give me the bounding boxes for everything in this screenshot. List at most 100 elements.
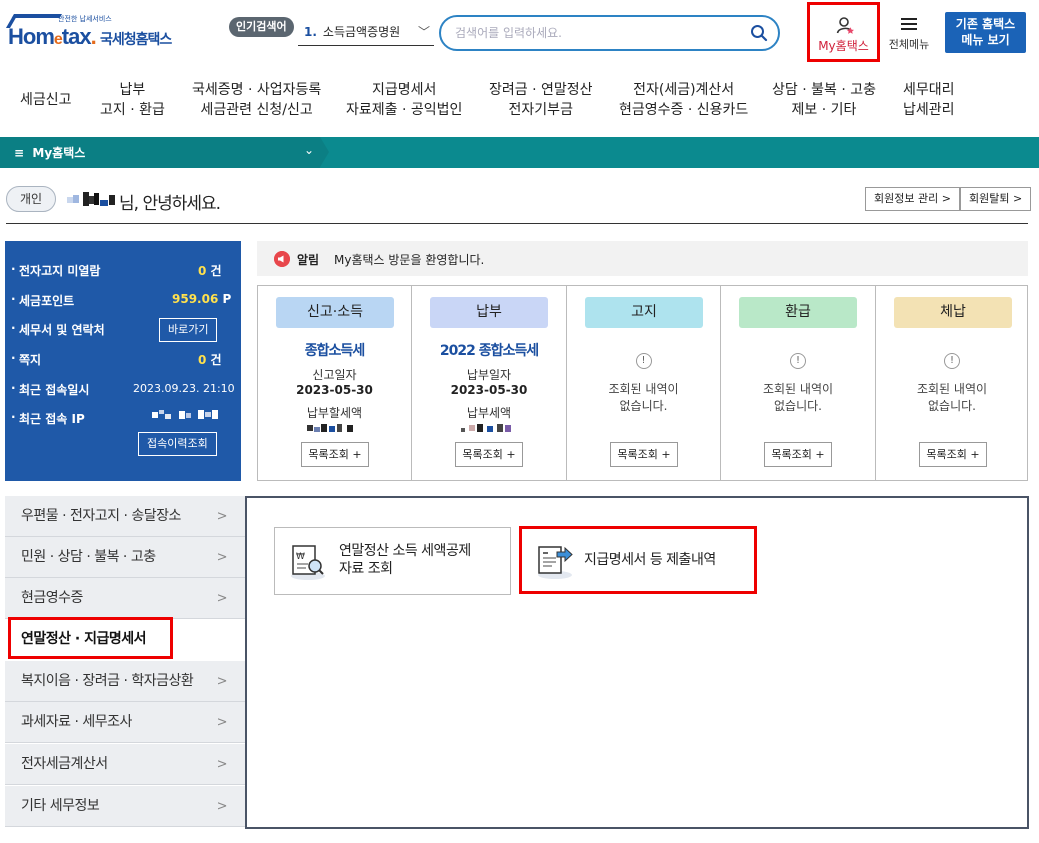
- gnb-line1: 지급명세서: [371, 82, 437, 98]
- global-nav: 세금신고 납부 고지 · 환급 국세증명 · 사업자등록 세금관련 신청/신고 지급…: [0, 70, 1039, 136]
- last-login-value: 2023.09.23. 21:10: [133, 382, 235, 395]
- old-hometax-menu-button[interactable]: 기존 홈택스 메뉴 보기: [945, 12, 1026, 53]
- logo-part-a: Hom: [8, 24, 55, 49]
- popular-search-select[interactable]: 1. 소득금액증명원 ﹀: [298, 20, 434, 46]
- chevron-right-icon: >: [216, 550, 228, 565]
- card-empty-line2: 없습니다.: [774, 399, 822, 413]
- logo-tagline: 안전한 납세서비스: [58, 15, 112, 23]
- status-cards: 신고·소득 종합소득세 신고일자 2023-05-30 납부할세액 목록조회 +…: [257, 285, 1028, 481]
- chevron-down-icon: ⌄: [304, 143, 315, 157]
- card-title[interactable]: 종합소득세: [258, 340, 411, 360]
- summary-panel: 전자고지 미열람 0 건 세금포인트 959.06 P 세무서 및 연락처 바로…: [5, 241, 241, 481]
- card-list-button[interactable]: 목록조회 +: [610, 442, 678, 467]
- gnb-certificate[interactable]: 국세증명 · 사업자등록 세금관련 신청/신고: [192, 80, 321, 120]
- gnb-tax-agent[interactable]: 세무대리 납세관리: [903, 80, 955, 120]
- gnb-consult[interactable]: 상담 · 불복 · 고충 제보 · 기타: [772, 80, 876, 120]
- card-tag: 체납: [894, 297, 1012, 328]
- side-item-label: 전자세금계산서: [21, 756, 108, 772]
- card-title[interactable]: 2022 종합소득세: [412, 340, 566, 360]
- card-tag: 환급: [739, 297, 857, 328]
- greeting-text: 님, 안녕하세요.: [119, 194, 221, 214]
- side-item-mail[interactable]: 우편물 · 전자고지 · 송달장소 >: [5, 496, 245, 537]
- side-menu: 우편물 · 전자고지 · 송달장소 > 민원 · 상담 · 불복 · 고충 > 현금…: [5, 496, 245, 829]
- gnb-incentive[interactable]: 장려금 · 연말정산 전자기부금: [489, 80, 593, 120]
- card-list-button[interactable]: 목록조회 +: [919, 442, 987, 467]
- card-empty-line2: 없습니다.: [619, 399, 668, 413]
- card-sub-label: 납부할세액: [306, 406, 363, 420]
- my-hometax-button[interactable]: My홈택스: [807, 2, 880, 62]
- unread-count-unit: 건: [210, 264, 222, 278]
- unread-label: 전자고지 미열람: [11, 262, 101, 279]
- chevron-right-icon: >: [216, 674, 228, 689]
- hometax-logo[interactable]: 안전한 납세서비스 Hometax. 국세청홈택스: [5, 14, 183, 54]
- logo-part-b: tax: [61, 24, 92, 49]
- chevron-down-icon: ﹀: [417, 25, 430, 39]
- logo-wordmark: Hometax.: [8, 24, 97, 50]
- side-item-taxation[interactable]: 과세자료 · 세무조사 >: [5, 702, 245, 743]
- points-value[interactable]: 959.06 P: [172, 292, 231, 306]
- member-info-button[interactable]: 회원정보 관리 >: [865, 187, 960, 211]
- card-empty-line1: 조회된 내역이: [608, 382, 679, 396]
- side-item-label: 기타 세무정보: [21, 798, 100, 814]
- side-item-welfare[interactable]: 복지이음 · 장려금 · 학자금상환 >: [5, 661, 245, 702]
- withdraw-button[interactable]: 회원탈퇴 >: [960, 187, 1032, 211]
- gnb-line2: 전자기부금: [508, 102, 573, 118]
- gnb-line2: 제보 · 기타: [791, 102, 857, 118]
- payment-statement-history-link[interactable]: 지급명세서 등 제출내역: [519, 526, 757, 594]
- alert-text: My홈택스 방문을 환영합니다.: [334, 253, 485, 267]
- card-empty-line1: 조회된 내역이: [762, 382, 834, 396]
- hamburger-icon: [901, 18, 917, 30]
- last-ip-label: 최근 접속 IP: [11, 410, 85, 427]
- alert-bar: 알림 My홈택스 방문을 환영합니다.: [257, 241, 1028, 276]
- search-input[interactable]: [455, 23, 735, 43]
- login-history-button[interactable]: 접속이력조회: [138, 432, 217, 456]
- side-item-cash-receipt[interactable]: 현금영수증 >: [5, 578, 245, 619]
- side-item-civil[interactable]: 민원 · 상담 · 불복 · 고충 >: [5, 537, 245, 578]
- all-menu-button[interactable]: 전체메뉴: [884, 14, 934, 54]
- chevron-right-icon: >: [216, 715, 228, 730]
- card-list-button[interactable]: 목록조회 +: [301, 442, 369, 467]
- card-empty-line2: 없습니다.: [928, 399, 976, 413]
- points-unit: P: [222, 292, 232, 306]
- redacted-amount: [306, 424, 353, 432]
- card-empty-text: 조회된 내역이 없습니다.: [876, 381, 1028, 415]
- location-label: ≡ My홈택스: [14, 144, 85, 161]
- search-icon[interactable]: [750, 24, 768, 42]
- gnb-line1: 세금신고: [20, 92, 72, 108]
- logo-korean: 국세청홈택스: [100, 32, 172, 48]
- gnb-line1: 세무대리: [903, 82, 955, 98]
- office-label: 세무서 및 연락처: [11, 321, 105, 338]
- gnb-tax-filing[interactable]: 세금신고: [20, 90, 72, 110]
- unread-count[interactable]: 0 건: [198, 262, 222, 279]
- card-date: 2023-05-30: [296, 383, 373, 397]
- card-sub-label: 납부세액: [466, 406, 512, 420]
- side-item-etc[interactable]: 기타 세무정보 >: [5, 786, 245, 827]
- card-sub-label: 납부일자: [466, 368, 512, 382]
- card-notice: 고지 ! 조회된 내역이 없습니다. 목록조회 +: [567, 286, 721, 480]
- card-empty-text: 조회된 내역이없습니다.: [567, 381, 720, 415]
- old-hometax-line2: 메뉴 보기: [961, 33, 1010, 47]
- location-dropdown[interactable]: ≡ My홈택스 ⌄: [0, 137, 329, 168]
- info-icon: !: [790, 353, 806, 369]
- chevron-right-icon: >: [216, 591, 228, 606]
- year-end-deduction-label: 연말정산 소득 세액공제 자료 조회: [339, 542, 471, 578]
- popular-search-term: 소득금액증명원: [322, 25, 401, 39]
- note-count[interactable]: 0 건: [198, 351, 222, 368]
- last-login-label: 최근 접속일시: [11, 381, 89, 398]
- user-icon: [836, 17, 854, 34]
- card-list-button[interactable]: 목록조회 +: [764, 442, 832, 467]
- office-shortcut-button[interactable]: 바로가기: [159, 318, 218, 342]
- gnb-e-invoice[interactable]: 전자(세금)계산서 현금영수증 · 신용카드: [619, 80, 748, 120]
- gnb-payment[interactable]: 납부 고지 · 환급: [100, 80, 165, 120]
- header: 안전한 납세서비스 Hometax. 국세청홈택스 인기검색어 1. 소득금액증명…: [0, 0, 1039, 70]
- highlight-box: [8, 617, 173, 659]
- year-end-deduction-link[interactable]: ₩ 연말정산 소득 세액공제 자료 조회: [274, 527, 511, 595]
- card-list-button[interactable]: 목록조회 +: [455, 442, 523, 467]
- location-title: My홈택스: [32, 146, 86, 160]
- side-item-year-end[interactable]: 연말정산 · 지급명세서: [5, 617, 245, 661]
- unread-count-value: 0: [198, 264, 207, 278]
- year-end-line2: 자료 조회: [339, 561, 393, 577]
- side-item-e-tax-invoice[interactable]: 전자세금계산서 >: [5, 744, 245, 785]
- gnb-payment-statement[interactable]: 지급명세서 자료제출 · 공익법인: [346, 80, 462, 120]
- greeting-row: 개인 님, 안녕하세요. 회원정보 관리 > 회원탈퇴 >: [0, 175, 1039, 225]
